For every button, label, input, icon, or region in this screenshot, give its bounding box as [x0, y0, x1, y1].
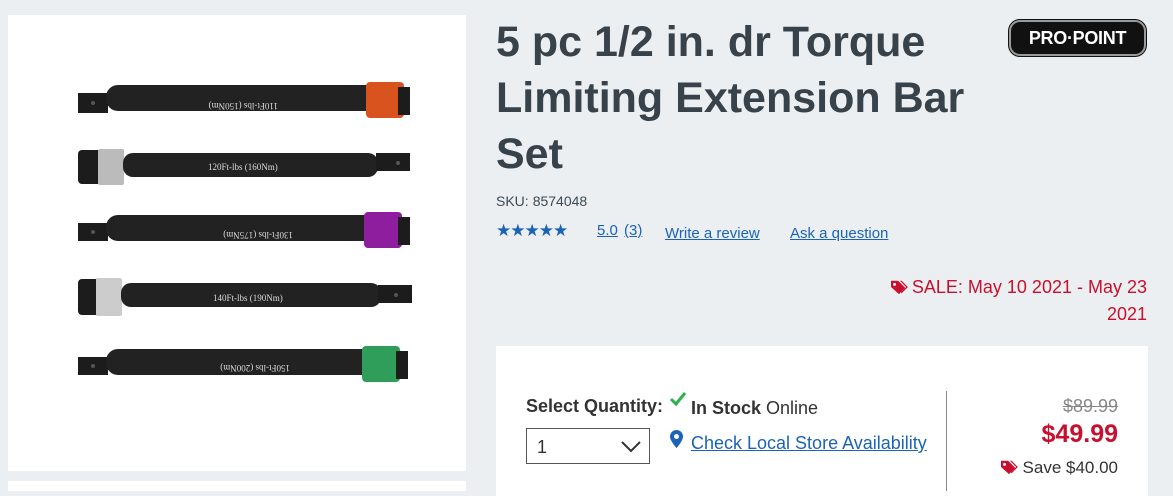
location-pin-icon	[670, 430, 683, 448]
sku: SKU: 8574048	[496, 193, 587, 209]
divider	[946, 391, 947, 491]
check-icon	[669, 392, 687, 407]
tag-icon	[890, 280, 908, 295]
svg-text:130Ft-lbs (175Nm): 130Ft-lbs (175Nm)	[223, 230, 293, 240]
savings: Save $40.00	[999, 458, 1118, 478]
original-price: $89.99	[1062, 396, 1118, 416]
savings-text: Save $40.00	[1022, 458, 1118, 477]
brand-logo: PRO·POINT	[1009, 20, 1146, 56]
svg-text:120Ft-lbs (160Nm): 120Ft-lbs (160Nm)	[208, 162, 278, 172]
stock-status-text: In Stock	[691, 398, 762, 418]
quantity-value: 1	[537, 437, 548, 457]
svg-text:150Ft-lbs (200Nm): 150Ft-lbs (200Nm)	[220, 363, 290, 373]
product-image-panel[interactable]: 110Ft-lbs (150Nm) 120Ft-lbs (160Nm) 130F…	[8, 15, 466, 471]
svg-text:140Ft-lbs (190Nm): 140Ft-lbs (190Nm)	[213, 293, 283, 303]
tag-icon	[1000, 460, 1018, 475]
sale-text: SALE: May 10 2021 - May 23 2021	[911, 277, 1147, 324]
extension-bar-3: 130Ft-lbs (175Nm)	[78, 212, 410, 248]
sale-banner: SALE: May 10 2021 - May 23 2021	[847, 274, 1147, 328]
chevron-down-icon	[621, 441, 641, 453]
extension-bar-4: 140Ft-lbs (190Nm)	[78, 278, 412, 316]
thumbnail-panel	[8, 481, 466, 491]
svg-text:110Ft-lbs (150Nm): 110Ft-lbs (150Nm)	[209, 101, 278, 111]
purchase-box: Select Quantity: In Stock Online 1 Check…	[496, 346, 1148, 496]
quantity-select[interactable]: 1	[526, 428, 650, 464]
sale-price: $49.99	[1041, 420, 1118, 448]
sku-label: SKU:	[496, 193, 529, 209]
extension-bar-2: 120Ft-lbs (160Nm)	[78, 149, 410, 185]
ask-question-link[interactable]: Ask a question	[790, 225, 888, 242]
product-title: 5 pc 1/2 in. dr Torque Limiting Extensio…	[496, 18, 965, 178]
product-image: 110Ft-lbs (150Nm) 120Ft-lbs (160Nm) 130F…	[78, 82, 412, 382]
sku-value: 8574048	[532, 193, 588, 209]
review-count-link[interactable]: (3)	[624, 222, 642, 239]
extension-bar-1: 110Ft-lbs (150Nm)	[78, 82, 410, 118]
quantity-label: Select Quantity:	[526, 396, 664, 416]
rating-value-link[interactable]: 5.0	[597, 222, 618, 239]
stock-status: In Stock Online	[691, 398, 818, 419]
brand-logo-text: PRO·POINT	[1028, 27, 1127, 48]
write-review-link[interactable]: Write a review	[665, 225, 760, 242]
extension-bar-5: 150Ft-lbs (200Nm)	[78, 346, 408, 382]
check-store-availability-link[interactable]: Check Local Store Availability	[691, 433, 927, 454]
stock-location: Online	[766, 398, 819, 418]
rating-stars[interactable]: ★★★★★	[496, 221, 568, 241]
